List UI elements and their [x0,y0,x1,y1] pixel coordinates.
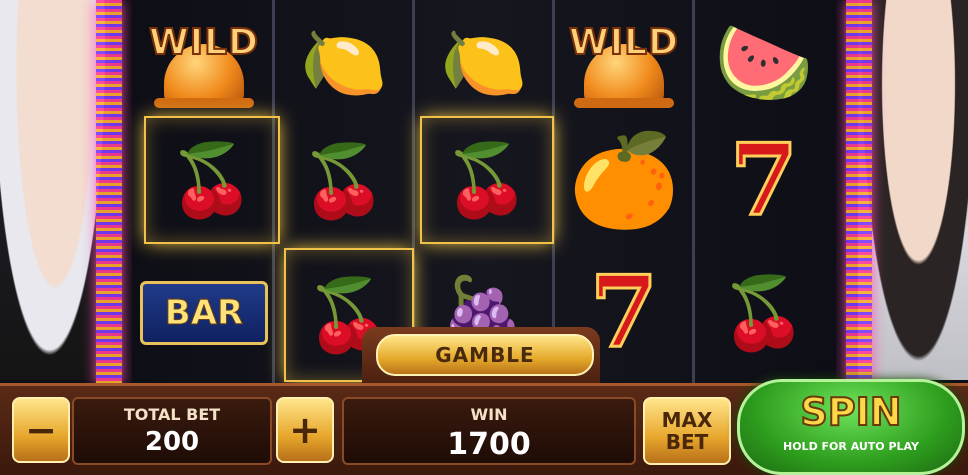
symbol-wild: WILD [136,0,272,125]
total-bet-value: 200 [144,427,200,457]
symbol-bar: BAR [136,250,272,375]
left-light-pillar [96,0,122,385]
left-character-art [0,0,110,380]
orange-icon: 🍊 [567,127,681,233]
seven-label: 7 [588,254,659,370]
symbol-cherry: 🍒 [276,118,412,243]
spin-button[interactable]: SPIN HOLD FOR AUTO PLAY [737,379,965,475]
symbol-watermelon: 🍉 [696,0,832,125]
increase-bet-button[interactable]: + [276,397,334,463]
lemon-icon: 🍋 [440,21,528,104]
reel-divider [692,0,695,385]
cherry-icon: 🍒 [300,139,388,222]
wild-label: WILD [148,21,259,64]
gamble-button[interactable]: GAMBLE [376,334,594,376]
symbol-orange: 🍊 [556,118,692,243]
lemon-icon: 🍋 [300,21,388,104]
right-light-pillar [846,0,872,385]
max-bet-button[interactable]: MAX BET [643,397,731,465]
win-panel: WIN 1700 [342,397,636,465]
win-value: 1700 [447,427,531,462]
wild-bell-icon: WILD [144,8,264,118]
seven-label: 7 [728,122,799,238]
cherry-icon: 🍒 [168,139,256,221]
total-bet-label: TOTAL BET [123,405,221,424]
watermelon-icon: 🍉 [714,15,814,109]
symbol-cherry-highlighted: 🍒 [420,116,554,244]
cherry-icon: 🍒 [443,139,531,221]
total-bet-panel: TOTAL BET 200 [72,397,272,465]
right-character-art [858,0,968,380]
symbol-lemon: 🍋 [276,0,412,125]
bar-label: BAR [140,280,268,345]
symbol-cherry: 🍒 [696,250,832,375]
symbol-seven: 7 [696,118,832,243]
slot-game-screen: WILD 🍒 BAR 🍋 🍒 🍒 🍋 🍒 🍇 WILD 🍊 7 🍉 7 🍒 GA… [0,0,968,475]
wild-bell-icon: WILD [564,8,684,118]
auto-play-hint: HOLD FOR AUTO PLAY [783,440,919,453]
win-label: WIN [470,405,508,424]
wild-label: WILD [568,21,679,64]
decrease-bet-button[interactable]: − [12,397,70,463]
symbol-lemon: 🍋 [416,0,552,125]
spin-label: SPIN [799,389,902,435]
cherry-icon: 🍒 [720,271,808,354]
symbol-wild: WILD [556,0,692,125]
symbol-cherry-highlighted: 🍒 [144,116,280,244]
